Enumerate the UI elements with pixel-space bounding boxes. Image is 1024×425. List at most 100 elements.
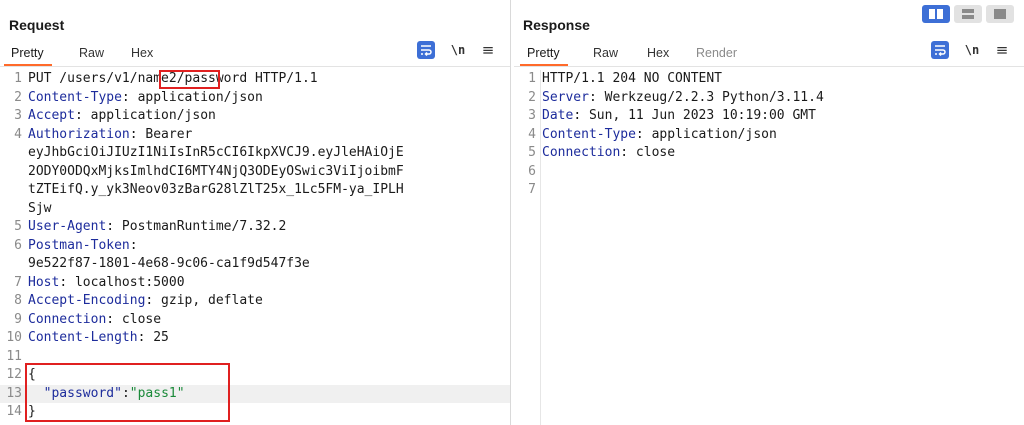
line-number: 6 bbox=[14, 237, 22, 253]
header-key: Server bbox=[542, 89, 589, 105]
layout-side-by-side-icon[interactable] bbox=[922, 5, 950, 23]
annotation-box-body bbox=[25, 363, 230, 422]
line-number: 3 bbox=[528, 108, 536, 123]
line-text: Sjw bbox=[28, 200, 51, 219]
code-text: : Sun, 11 Jun 2023 10:19:00 GMT bbox=[573, 108, 816, 123]
code-line: eyJhbGciOiJIUzI1NiIsInR5cCI6IkpXVCJ9.eyJ… bbox=[0, 144, 510, 163]
code-line: 1 PUT /users/v1/name2/password HTTP/1.1 bbox=[0, 70, 510, 89]
header-key: Content-Length bbox=[28, 330, 138, 345]
code-text: : Werkzeug/2.2.3 Python/3.11.4 bbox=[588, 89, 824, 105]
code-line: 7 bbox=[514, 181, 1024, 200]
line-text: Content-Type: application/json bbox=[542, 126, 777, 145]
code-line: 7 Host: localhost:5000 bbox=[0, 274, 510, 293]
code-text: tZTEifQ.y_yk3Neov03zBarG28lZlT25x_1Lc5FM… bbox=[28, 182, 404, 197]
line-number: 2 bbox=[14, 89, 22, 105]
code-line: 4 Authorization: Bearer bbox=[0, 126, 510, 145]
line-text: Connection: close bbox=[28, 311, 161, 330]
response-gutter-line bbox=[540, 70, 541, 425]
pane-divider[interactable] bbox=[510, 0, 511, 425]
line-text: Host: localhost:5000 bbox=[28, 274, 185, 293]
header-key: Authorization bbox=[28, 126, 130, 142]
header-key: Connection bbox=[542, 145, 621, 160]
request-tab-divider bbox=[0, 66, 510, 67]
line-text: Server: Werkzeug/2.2.3 Python/3.11.4 bbox=[542, 89, 824, 108]
line-number: 1 bbox=[528, 71, 536, 86]
layout-stacked-icon[interactable] bbox=[954, 5, 982, 23]
response-pane: Response Pretty Raw Hex Render \n ≡ 1 HTT… bbox=[514, 0, 1024, 425]
line-text: Accept-Encoding: gzip, deflate bbox=[28, 292, 263, 311]
code-text: : application/json bbox=[635, 126, 777, 142]
request-title: Request bbox=[9, 17, 65, 33]
line-text: HTTP/1.1 204 NO CONTENT bbox=[542, 70, 722, 89]
code-line: 2 Server: Werkzeug/2.2.3 Python/3.11.4 bbox=[514, 89, 1024, 108]
line-number: 4 bbox=[14, 126, 22, 142]
line-number: 6 bbox=[528, 163, 536, 179]
code-line: 6 Postman-Token: bbox=[0, 237, 510, 256]
response-tab-hex[interactable]: Hex bbox=[647, 46, 669, 60]
code-line: tZTEifQ.y_yk3Neov03zBarG28lZlT25x_1Lc5FM… bbox=[0, 181, 510, 200]
header-key: Content-Type bbox=[28, 89, 122, 105]
code-text: HTTP/1.1 204 NO CONTENT bbox=[542, 71, 723, 86]
code-line: 9 Connection: close bbox=[0, 311, 510, 330]
line-text: tZTEifQ.y_yk3Neov03zBarG28lZlT25x_1Lc5FM… bbox=[28, 181, 404, 200]
code-text: eyJhbGciOiJIUzI1NiIsInR5cCI6IkpXVCJ9.eyJ… bbox=[28, 145, 404, 160]
line-number: 4 bbox=[528, 126, 536, 142]
response-title: Response bbox=[523, 17, 590, 33]
response-tab-raw[interactable]: Raw bbox=[593, 46, 618, 60]
line-number: 7 bbox=[528, 182, 536, 197]
code-line: 1 HTTP/1.1 204 NO CONTENT bbox=[514, 70, 1024, 89]
layout-single-icon[interactable] bbox=[986, 5, 1014, 23]
code-text: : localhost:5000 bbox=[59, 274, 185, 290]
code-text: 2ODY0ODQxMjksImlhdCI6MTY4NjQ3ODEyOSwic3V… bbox=[28, 163, 404, 179]
code-text: : Bearer bbox=[129, 126, 193, 142]
code-text: PUT /users/v1/ bbox=[28, 71, 138, 86]
code-text: : PostmanRuntime/7.32.2 bbox=[106, 219, 287, 234]
code-line: 4 Content-Type: application/json bbox=[514, 126, 1024, 145]
code-line: 5 User-Agent: PostmanRuntime/7.32.2 bbox=[0, 218, 510, 237]
code-text: : close bbox=[620, 145, 676, 160]
line-number: 12 bbox=[6, 367, 22, 382]
line-text: Authorization: Bearer bbox=[28, 126, 192, 145]
response-tab-divider bbox=[514, 66, 1024, 67]
newline-toggle-icon[interactable]: \n bbox=[963, 41, 981, 59]
code-text: Sjw bbox=[28, 200, 52, 216]
line-number: 1 bbox=[14, 71, 22, 86]
code-line: Sjw bbox=[0, 200, 510, 219]
response-viewer[interactable]: 1 HTTP/1.1 204 NO CONTENT 2 Server: Werkzeu… bbox=[514, 70, 1024, 200]
code-line: 3 Date: Sun, 11 Jun 2023 10:19:00 GMT bbox=[514, 107, 1024, 126]
line-text: User-Agent: PostmanRuntime/7.32.2 bbox=[28, 218, 286, 237]
line-number: 13 bbox=[6, 385, 22, 401]
line-number: 10 bbox=[6, 330, 22, 345]
menu-icon[interactable]: ≡ bbox=[993, 41, 1011, 59]
code-line: 2ODY0ODQxMjksImlhdCI6MTY4NjQ3ODEyOSwic3V… bbox=[0, 163, 510, 182]
line-text: Content-Type: application/json bbox=[28, 89, 263, 108]
header-key: User-Agent bbox=[28, 219, 107, 234]
line-text: Connection: close bbox=[542, 144, 675, 163]
code-line: 9e522f87-1801-4e68-9c06-ca1f9d547f3e bbox=[0, 255, 510, 274]
line-text: 9e522f87-1801-4e68-9c06-ca1f9d547f3e bbox=[28, 255, 310, 274]
word-wrap-icon[interactable] bbox=[931, 41, 949, 59]
header-key: Postman-Token bbox=[28, 237, 130, 253]
header-key: Content-Type bbox=[542, 126, 636, 142]
line-number: 5 bbox=[14, 219, 22, 234]
code-line: 3 Accept: application/json bbox=[0, 107, 510, 126]
menu-icon[interactable]: ≡ bbox=[479, 41, 497, 59]
code-text: : bbox=[129, 237, 138, 253]
code-text: 9e522f87-1801-4e68-9c06-ca1f9d547f3e bbox=[28, 256, 310, 271]
code-text: : gzip, deflate bbox=[145, 293, 263, 308]
line-text: eyJhbGciOiJIUzI1NiIsInR5cCI6IkpXVCJ9.eyJ… bbox=[28, 144, 404, 163]
request-tab-hex[interactable]: Hex bbox=[131, 46, 153, 60]
word-wrap-icon[interactable] bbox=[417, 41, 435, 59]
header-key: Date bbox=[542, 108, 574, 123]
line-number: 2 bbox=[528, 89, 536, 105]
request-tab-raw[interactable]: Raw bbox=[79, 46, 104, 60]
annotation-box-name bbox=[159, 70, 220, 89]
response-tab-pretty[interactable]: Pretty bbox=[520, 46, 568, 66]
request-tab-pretty[interactable]: Pretty bbox=[4, 46, 52, 66]
newline-toggle-icon[interactable]: \n bbox=[449, 41, 467, 59]
header-key: Connection bbox=[28, 311, 107, 327]
line-text: Content-Length: 25 bbox=[28, 329, 169, 348]
line-text: Date: Sun, 11 Jun 2023 10:19:00 GMT bbox=[542, 107, 816, 126]
line-number: 5 bbox=[528, 145, 536, 160]
response-tab-render[interactable]: Render bbox=[696, 46, 737, 60]
